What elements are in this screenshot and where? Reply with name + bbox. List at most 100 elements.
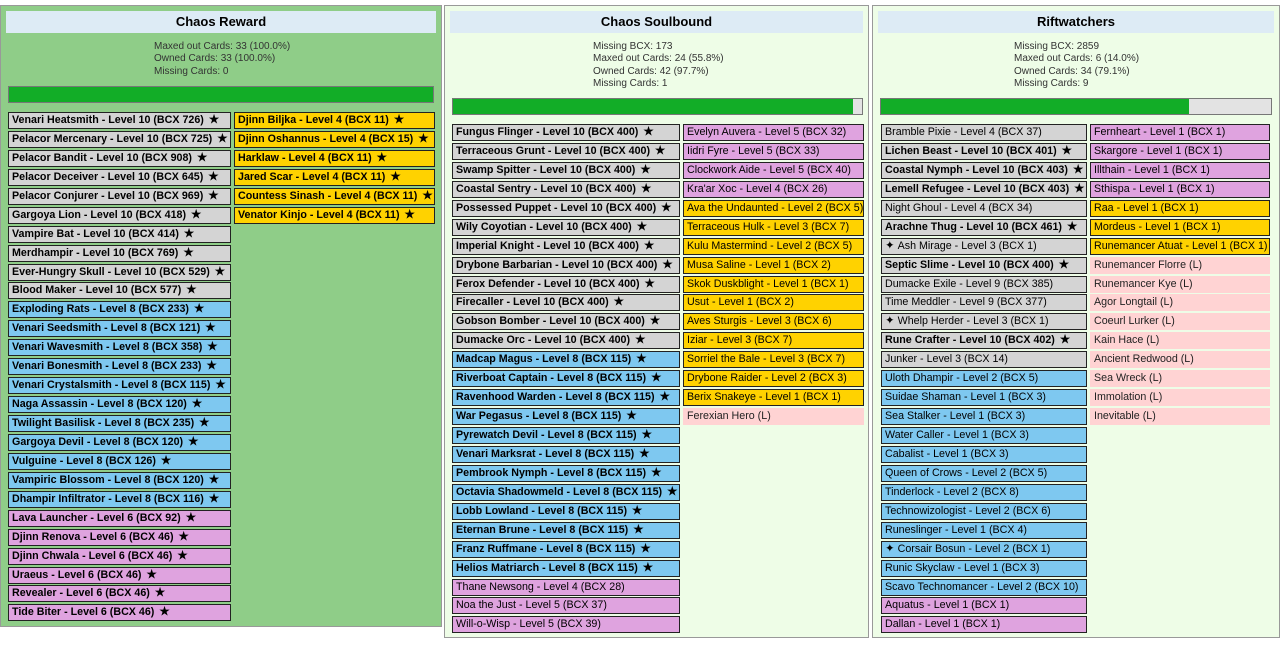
star-icon: ★ xyxy=(422,189,433,202)
star-icon: ★ xyxy=(643,126,654,138)
card-row: Iidri Fyre - Level 5 (BCX 33) xyxy=(683,142,864,160)
card-row: Exploding Rats - Level 8 (BCX 233) ★ xyxy=(8,301,231,319)
card-row: Helios Matriarch - Level 8 (BCX 115) ★ xyxy=(452,559,680,577)
card-row: Kra'ar Xoc - Level 4 (BCX 26) xyxy=(683,180,864,198)
stat-line: Maxed out Cards: 24 (55.8%) xyxy=(593,53,724,65)
card-row: Runemancer Florre (L) xyxy=(1090,256,1270,274)
card-row: Arachne Thug - Level 10 (BCX 461) ★ xyxy=(881,218,1087,236)
card-row: Scavo Technomancer - Level 2 (BCX 10) xyxy=(881,578,1087,596)
progress-bar xyxy=(880,98,1272,115)
card-label: Drybone Raider - Level 2 (BCX 3) xyxy=(687,372,847,385)
star-icon: ★ xyxy=(207,341,218,354)
card-row: Noa the Just - Level 5 (BCX 37) xyxy=(452,597,680,615)
card-row: Madcap Magus - Level 8 (BCX 115) ★ xyxy=(452,351,680,369)
card-label: Lichen Beast - Level 10 (BCX 401) xyxy=(885,144,1057,157)
card-row: War Pegasus - Level 8 (BCX 115) ★ xyxy=(452,408,680,426)
card-row: Dumacke Orc - Level 10 (BCX 400) ★ xyxy=(452,332,680,350)
card-label: Fernheart - Level 1 (BCX 1) xyxy=(1094,126,1226,138)
star-icon: ★ xyxy=(404,208,415,221)
card-label: Skargore - Level 1 (BCX 1) xyxy=(1094,144,1223,157)
card-label: Thane Newsong - Level 4 (BCX 28) xyxy=(456,580,625,593)
card-row: Wily Coyotian - Level 10 (BCX 400) ★ xyxy=(452,218,680,236)
card-label: Inevitable (L) xyxy=(1094,410,1156,423)
card-label: Iziar - Level 3 (BCX 7) xyxy=(687,334,793,347)
card-row: Iziar - Level 3 (BCX 7) xyxy=(683,332,864,350)
card-label: Twilight Basilisk - Level 8 (BCX 235) xyxy=(12,417,195,429)
card-label: Ferox Defender - Level 10 (BCX 400) xyxy=(456,277,640,290)
card-row: Merdhampir - Level 10 (BCX 769) ★ xyxy=(8,244,231,262)
card-label: Ferexian Hero (L) xyxy=(687,410,771,423)
card-row: Drybone Barbarian - Level 10 (BCX 400) ★ xyxy=(452,256,680,274)
star-icon: ★ xyxy=(146,568,157,581)
card-row: Mordeus - Level 1 (BCX 1) xyxy=(1090,218,1270,236)
card-label: Usut - Level 1 (BCX 2) xyxy=(687,296,794,309)
card-row: Imperial Knight - Level 10 (BCX 400) ★ xyxy=(452,237,680,255)
card-label: Eternan Brune - Level 8 (BCX 115) xyxy=(456,523,629,536)
card-row: Lichen Beast - Level 10 (BCX 401) ★ xyxy=(881,142,1087,160)
card-row: Lemell Refugee - Level 10 (BCX 403) ★ xyxy=(881,180,1087,198)
panel-stats: Missing BCX: 173 Maxed out Cards: 24 (55… xyxy=(593,41,724,91)
card-label: Harklaw - Level 4 (BCX 11) xyxy=(238,151,372,164)
card-row: Ferexian Hero (L) xyxy=(683,408,864,426)
star-icon: ★ xyxy=(206,360,217,373)
card-label: Aquatus - Level 1 (BCX 1) xyxy=(885,599,1010,612)
card-label: Tide Biter - Level 6 (BCX 46) xyxy=(12,606,155,619)
card-label: Berix Snakeye - Level 1 (BCX 1) xyxy=(687,391,841,404)
card-label: Gargoya Devil - Level 8 (BCX 120) xyxy=(12,435,184,448)
star-icon: ★ xyxy=(193,303,205,316)
card-label: Agor Longtail (L) xyxy=(1094,296,1174,309)
card-label: Aves Sturgis - Level 3 (BCX 6) xyxy=(687,315,832,328)
card-row: Ravenhood Warden - Level 8 (BCX 115) ★ xyxy=(452,389,680,407)
card-row: Pelacor Deceiver - Level 10 (BCX 645) ★ xyxy=(8,168,231,186)
card-row: Runeslinger - Level 1 (BCX 4) xyxy=(881,521,1087,539)
card-row: Will-o-Wisp - Level 5 (BCX 39) xyxy=(452,616,680,634)
card-row: Skok Duskblight - Level 1 (BCX 1) xyxy=(683,275,864,293)
card-label: Venari Heatsmith - Level 10 (BCX 726) xyxy=(12,114,204,126)
card-column-2: Fernheart - Level 1 (BCX 1) Skargore - Le… xyxy=(1090,124,1270,427)
card-row: Venari Marksrat - Level 8 (BCX 115) ★ xyxy=(452,445,680,463)
card-label: Dumacke Orc - Level 10 (BCX 400) xyxy=(456,334,631,347)
card-label: Bramble Pixie - Level 4 (BCX 37) xyxy=(885,126,1042,138)
card-row: Gargoya Lion - Level 10 (BCX 418) ★ xyxy=(8,206,231,224)
card-row: Venator Kinjo - Level 4 (BCX 11) ★ xyxy=(234,206,435,224)
card-row: Thane Newsong - Level 4 (BCX 28) xyxy=(452,578,680,596)
card-label: Exploding Rats - Level 8 (BCX 233) xyxy=(12,303,189,316)
card-row: Bramble Pixie - Level 4 (BCX 37) xyxy=(881,124,1087,141)
card-label: Venator Kinjo - Level 4 (BCX 11) xyxy=(238,208,400,221)
card-column-1: Venari Heatsmith - Level 10 (BCX 726) ★ Pe… xyxy=(8,112,231,623)
card-row: Kulu Mastermind - Level 2 (BCX 5) xyxy=(683,237,864,255)
card-row: Venari Wavesmith - Level 8 (BCX 358) ★ xyxy=(8,339,231,357)
card-label: Djinn Renova - Level 6 (BCX 46) xyxy=(12,530,174,543)
card-row: Gobson Bomber - Level 10 (BCX 400) ★ xyxy=(452,313,680,331)
card-label: Possessed Puppet - Level 10 (BCX 400) xyxy=(456,201,657,214)
star-icon: ★ xyxy=(639,447,650,460)
card-row: Vampiric Blossom - Level 8 (BCX 120) ★ xyxy=(8,471,231,489)
star-icon: ★ xyxy=(649,315,661,328)
star-icon: ★ xyxy=(667,485,678,498)
card-row: Ferox Defender - Level 10 (BCX 400) ★ xyxy=(452,275,680,293)
card-row: Coeurl Lurker (L) xyxy=(1090,313,1270,331)
card-row: Sorriel the Bale - Level 3 (BCX 7) xyxy=(683,351,864,369)
card-label: Firecaller - Level 10 (BCX 400) xyxy=(456,296,609,309)
star-icon: ★ xyxy=(1059,334,1071,347)
card-row: Gargoya Devil - Level 8 (BCX 120) ★ xyxy=(8,433,231,451)
card-label: Venari Crystalsmith - Level 8 (BCX 115) xyxy=(12,379,211,392)
card-label: Runeslinger - Level 1 (BCX 4) xyxy=(885,523,1027,536)
card-label: Iidri Fyre - Level 5 (BCX 33) xyxy=(687,144,820,157)
star-icon: ★ xyxy=(160,454,172,467)
card-row: Pelacor Mercenary - Level 10 (BCX 725) ★ xyxy=(8,130,231,148)
card-row: Sea Wreck (L) xyxy=(1090,370,1270,388)
stat-line: Missing BCX: 173 xyxy=(593,41,673,52)
card-column-1: Fungus Flinger - Level 10 (BCX 400) ★ Terr… xyxy=(452,124,680,635)
card-label: Terraceous Grunt - Level 10 (BCX 400) xyxy=(456,144,651,157)
card-row: Harklaw - Level 4 (BCX 11) ★ xyxy=(234,149,435,167)
card-row: Djinn Renova - Level 6 (BCX 46) ★ xyxy=(8,528,231,546)
star-icon: ★ xyxy=(1067,220,1078,233)
card-label: Gargoya Lion - Level 10 (BCX 418) xyxy=(12,208,187,221)
star-icon: ★ xyxy=(613,296,624,309)
star-icon: ★ xyxy=(199,417,210,429)
card-row: Ancient Redwood (L) xyxy=(1090,351,1270,369)
card-label: Musa Saline - Level 1 (BCX 2) xyxy=(687,258,831,271)
card-label: Rune Crafter - Level 10 (BCX 402) xyxy=(885,334,1055,347)
card-row: Lobb Lowland - Level 8 (BCX 115) ★ xyxy=(452,502,680,520)
